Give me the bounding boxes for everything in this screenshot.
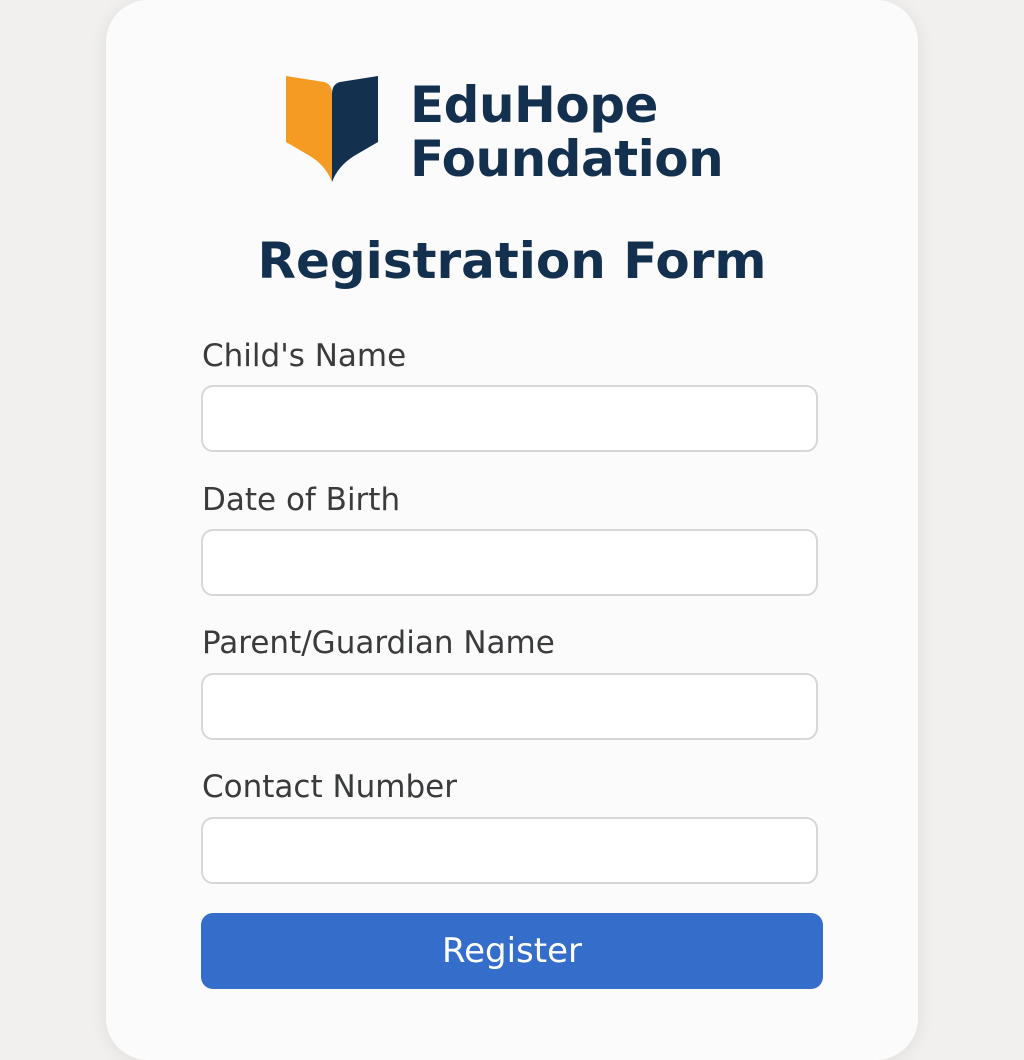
open-book-icon: [286, 76, 378, 182]
register-button[interactable]: Register: [201, 913, 823, 989]
childs-name-label: Child's Name: [202, 338, 407, 374]
parent-guardian-name-label: Parent/Guardian Name: [202, 625, 555, 661]
contact-number-input[interactable]: [201, 817, 818, 884]
brand-name: EduHope Foundation: [410, 76, 724, 188]
date-of-birth-input[interactable]: [201, 529, 818, 596]
contact-number-label: Contact Number: [202, 769, 457, 805]
form-title: Registration Form: [257, 232, 767, 290]
date-of-birth-label: Date of Birth: [202, 482, 401, 518]
brand-name-line1: EduHope: [410, 76, 658, 134]
parent-guardian-name-input[interactable]: [201, 673, 818, 740]
brand-name-line2: Foundation: [410, 130, 724, 188]
childs-name-input[interactable]: [201, 385, 818, 452]
